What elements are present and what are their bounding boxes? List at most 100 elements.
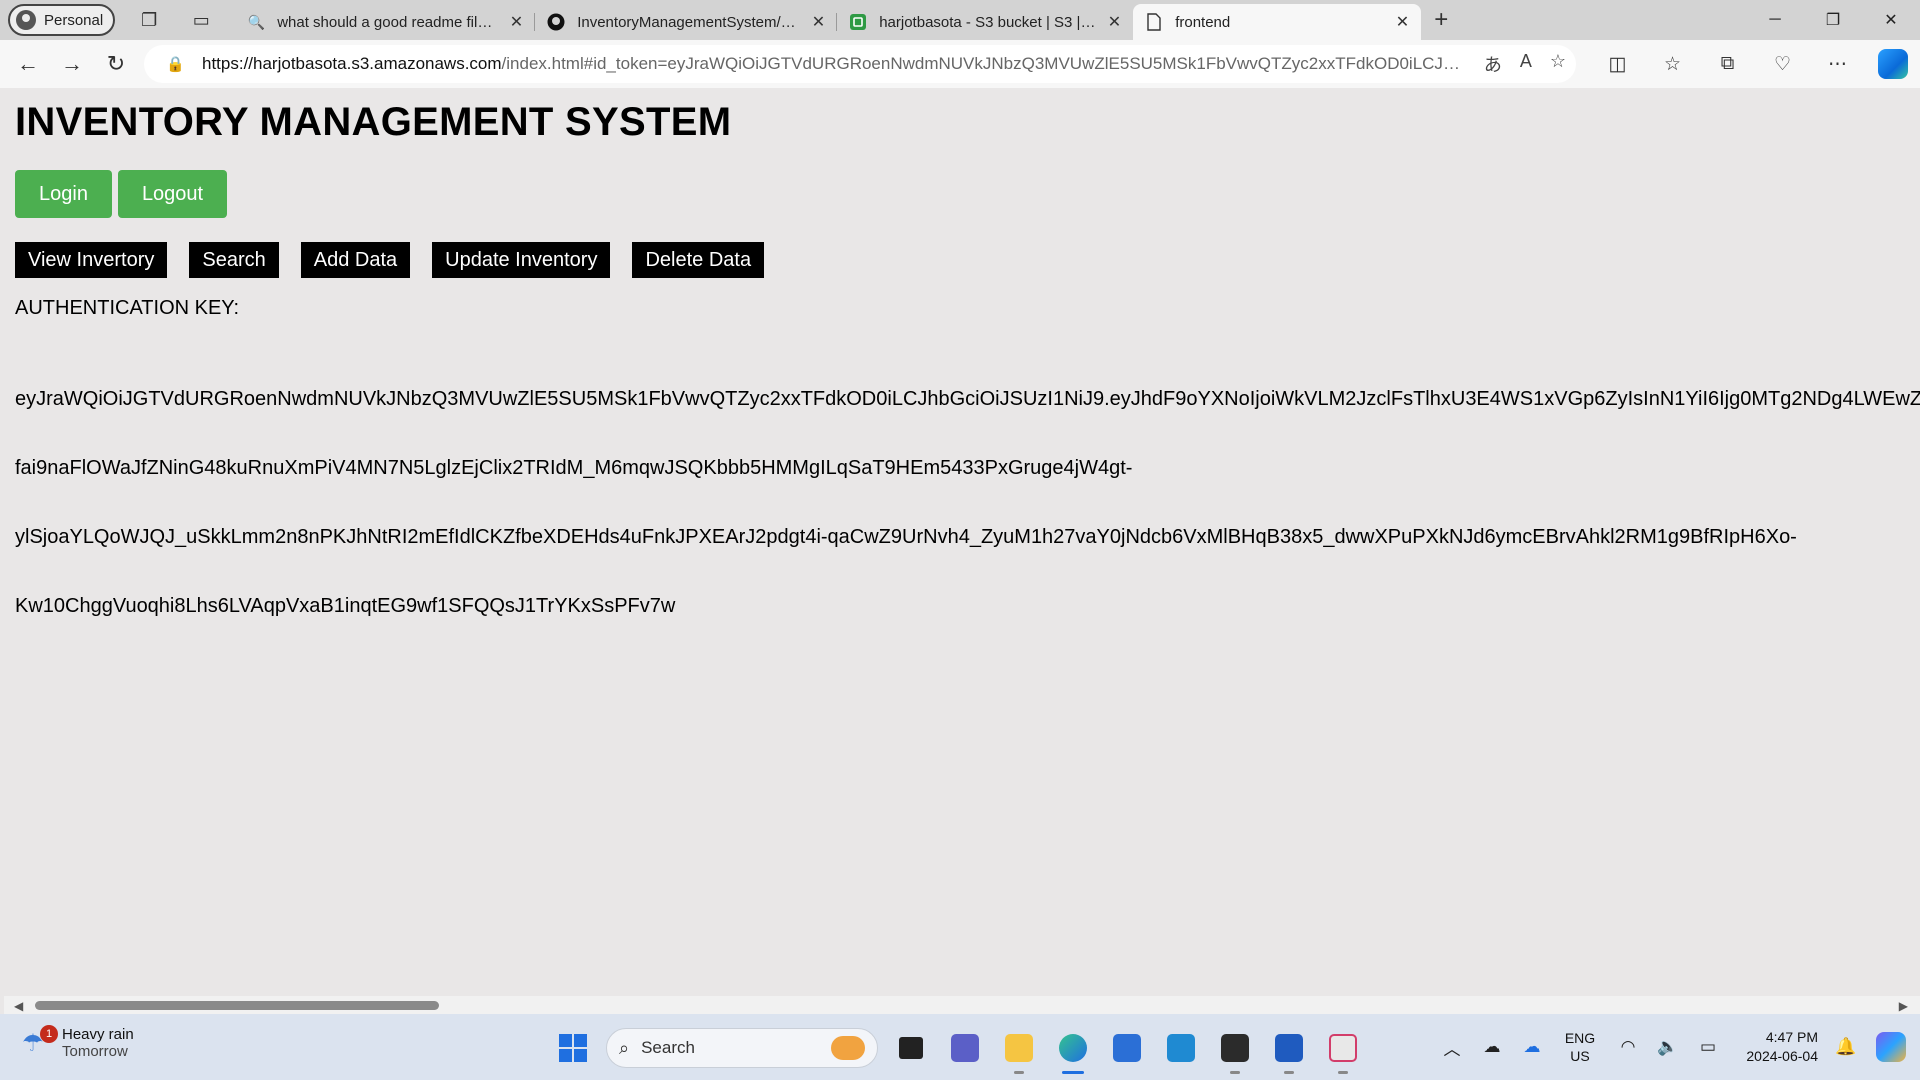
- authentication-token: eyJraWQiOiJGTVdURGRoenNwdmNUVkJNbzQ3MVUw…: [15, 342, 1920, 664]
- region-code: US: [1570, 1048, 1590, 1064]
- search-icon: 🔍: [247, 13, 265, 30]
- language-code: ENG: [1564, 1030, 1596, 1046]
- weather-title: Heavy rain: [62, 1026, 134, 1043]
- close-window-icon[interactable]: ✕: [1862, 0, 1920, 40]
- tab-github[interactable]: InventoryManagementSystem/readme ✕: [535, 4, 838, 40]
- url-host: https://harjotbasota.s3.amazonaws.com: [202, 54, 502, 73]
- tab-readme-search[interactable]: 🔍 what should a good readme file contain…: [235, 4, 536, 40]
- search-highlight-icon: [831, 1036, 865, 1060]
- tab-label: InventoryManagementSystem/readme: [577, 13, 800, 31]
- taskbar-apps: ⌕ Search: [548, 1026, 1370, 1074]
- authentication-key-label: AUTHENTICATION KEY:: [15, 297, 240, 319]
- scroll-left-icon[interactable]: ◀: [14, 999, 23, 1013]
- clock[interactable]: 4:47 PM 2024-06-04: [1728, 1028, 1818, 1066]
- close-icon[interactable]: ✕: [812, 12, 825, 32]
- read-aloud-icon[interactable]: A: [1520, 51, 1532, 77]
- favorites-icon[interactable]: ☆: [1645, 44, 1700, 84]
- start-button[interactable]: [548, 1026, 598, 1070]
- show-hidden-icons-chevron-up-icon[interactable]: ︿: [1432, 1035, 1472, 1060]
- search-button[interactable]: Search: [189, 242, 279, 278]
- browser-essentials-icon[interactable]: ♡: [1755, 44, 1810, 84]
- copilot-taskbar-icon[interactable]: [1876, 1032, 1906, 1062]
- weather-subtitle: Tomorrow: [62, 1043, 128, 1060]
- system-tray: ︿ ☁ ☁ ENG US ◠ 🔈 ▭ 4:47 PM 2024-06-04 🔔: [1432, 1014, 1920, 1080]
- scrollbar-thumb[interactable]: [35, 1001, 439, 1010]
- taskbar-search[interactable]: ⌕ Search: [606, 1028, 878, 1068]
- minimize-icon[interactable]: ─: [1746, 0, 1804, 40]
- token-line: Kw10ChggVuoqhi8Lhs6LVAqpVxaB1inqtEG9wf1S…: [15, 595, 676, 617]
- tab-frontend[interactable]: frontend ✕: [1133, 4, 1422, 40]
- add-data-button[interactable]: Add Data: [300, 242, 411, 278]
- tab-s3-bucket[interactable]: harjotbasota - S3 bucket | S3 | us-east-…: [837, 4, 1133, 40]
- vertical-tabs-icon[interactable]: ▭: [181, 2, 221, 38]
- onedrive-sync-icon[interactable]: ☁: [1512, 1037, 1552, 1057]
- language-indicator[interactable]: ENG US: [1552, 1029, 1608, 1065]
- refresh-icon[interactable]: ↻: [94, 44, 138, 84]
- url-text[interactable]: https://harjotbasota.s3.amazonaws.com/in…: [202, 54, 1468, 74]
- windows-logo-icon: [559, 1034, 587, 1062]
- file-explorer-icon[interactable]: [992, 1026, 1046, 1074]
- close-icon[interactable]: ✕: [1396, 12, 1409, 32]
- notification-badge: 1: [40, 1025, 58, 1043]
- auth-buttons: Login Logout: [15, 170, 228, 218]
- word-icon[interactable]: [1262, 1026, 1316, 1074]
- delete-data-button[interactable]: Delete Data: [632, 242, 765, 278]
- aws-icon: [849, 13, 867, 31]
- lock-icon[interactable]: 🔒: [166, 55, 192, 73]
- volume-icon[interactable]: 🔈: [1648, 1037, 1688, 1057]
- login-button[interactable]: Login: [15, 170, 112, 218]
- action-buttons: View Invertory Search Add Data Update In…: [15, 242, 765, 278]
- token-line: eyJraWQiOiJGTVdURGRoenNwdmNUVkJNbzQ3MVUw…: [15, 388, 1920, 410]
- new-tab-button[interactable]: +: [1421, 2, 1461, 38]
- page-icon: [1145, 13, 1163, 31]
- url-path: /index.html#id_token=eyJraWQiOiJGTVdURGR…: [501, 54, 1468, 73]
- scroll-right-icon[interactable]: ▶: [1899, 999, 1908, 1013]
- github-icon: [547, 13, 565, 31]
- page-title: INVENTORY MANAGEMENT SYSTEM: [15, 100, 732, 144]
- window-controls: ─ ❐ ✕: [1746, 0, 1920, 40]
- close-icon[interactable]: ✕: [510, 12, 523, 32]
- profile-button[interactable]: Personal: [8, 4, 116, 36]
- logout-button[interactable]: Logout: [117, 170, 228, 218]
- collections-icon[interactable]: ⧉: [1700, 44, 1755, 84]
- back-icon[interactable]: ←: [6, 44, 50, 84]
- view-inventory-button[interactable]: View Invertory: [15, 242, 168, 278]
- onedrive-icon[interactable]: ☁: [1472, 1037, 1512, 1057]
- tab-label: harjotbasota - S3 bucket | S3 | us-east-…: [879, 13, 1096, 31]
- address-bar-row: ← → ↻ 🔒 https://harjotbasota.s3.amazonaw…: [0, 40, 1920, 88]
- workspaces-icon[interactable]: ❐: [129, 2, 169, 38]
- snipping-tool-icon[interactable]: [1316, 1026, 1370, 1074]
- token-line: fai9naFlOWaJfZNinG48kuRnuXmPiV4MN7N5Lglz…: [15, 457, 1133, 479]
- notification-bell-icon[interactable]: 🔔: [1826, 1037, 1866, 1057]
- teams-icon[interactable]: [938, 1026, 992, 1070]
- search-placeholder: Search: [641, 1038, 695, 1057]
- store-icon[interactable]: [1100, 1026, 1154, 1070]
- forward-icon[interactable]: →: [50, 44, 94, 84]
- address-bar[interactable]: 🔒 https://harjotbasota.s3.amazonaws.com/…: [144, 45, 1576, 83]
- page-content: INVENTORY MANAGEMENT SYSTEM Login Logout…: [4, 88, 1920, 996]
- close-icon[interactable]: ✕: [1108, 12, 1121, 32]
- vscode-icon[interactable]: [1154, 1026, 1208, 1070]
- tab-label: what should a good readme file contain: [277, 13, 498, 31]
- task-view-icon[interactable]: [884, 1026, 938, 1070]
- more-menu-icon[interactable]: ⋯: [1810, 44, 1865, 84]
- battery-icon[interactable]: ▭: [1688, 1037, 1728, 1057]
- tab-label: frontend: [1175, 13, 1231, 31]
- browser-tab-bar: Personal ❐ ▭ 🔍 what should a good readme…: [0, 0, 1920, 40]
- weather-widget[interactable]: ☂ 1 Heavy rain Tomorrow: [22, 1025, 134, 1060]
- profile-avatar-icon: [16, 10, 36, 30]
- profile-label: Personal: [44, 11, 104, 29]
- date: 2024-06-04: [1746, 1048, 1818, 1064]
- terminal-icon[interactable]: [1208, 1026, 1262, 1074]
- split-screen-icon[interactable]: ◫: [1590, 44, 1645, 84]
- update-inventory-button[interactable]: Update Inventory: [432, 242, 611, 278]
- wifi-icon[interactable]: ◠: [1608, 1037, 1648, 1057]
- horizontal-scrollbar[interactable]: ◀ ▶: [4, 996, 1920, 1014]
- restore-icon[interactable]: ❐: [1804, 0, 1862, 40]
- favorite-star-icon[interactable]: ☆: [1550, 51, 1566, 77]
- edge-icon[interactable]: [1046, 1026, 1100, 1074]
- rain-umbrella-icon: ☂ 1: [22, 1025, 58, 1057]
- search-icon: ⌕: [619, 1037, 630, 1058]
- translate-icon[interactable]: あ: [1484, 51, 1502, 77]
- copilot-icon[interactable]: [1865, 44, 1920, 84]
